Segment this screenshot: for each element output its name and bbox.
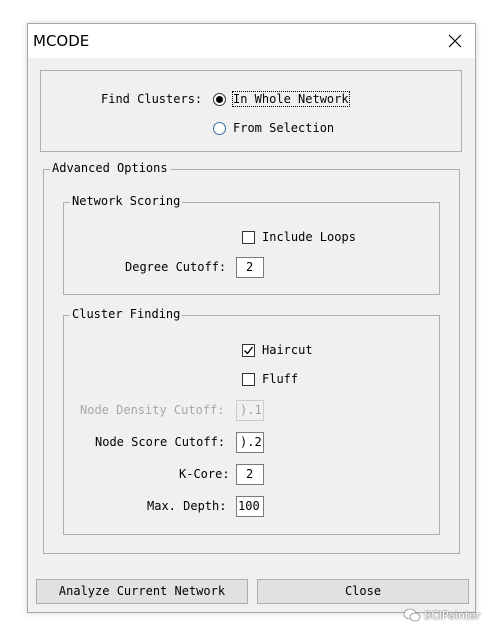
node-score-cutoff-label: Node Score Cutoff:	[95, 435, 226, 449]
fluff-checkbox[interactable]	[242, 373, 255, 386]
include-loops-label: Include Loops	[262, 230, 356, 244]
max-depth-label: Max. Depth:	[147, 499, 227, 513]
window-title: MCODE	[33, 32, 90, 50]
fluff-label: Fluff	[262, 372, 299, 386]
haircut-checkbox[interactable]	[242, 344, 255, 357]
include-loops-checkbox[interactable]	[242, 231, 255, 244]
node-score-cutoff-field[interactable]: ).2	[236, 432, 264, 453]
find-clusters-label: Find Clusters:	[101, 92, 203, 106]
node-density-cutoff-field: ).1	[236, 400, 264, 421]
title-bar: MCODE	[28, 24, 475, 58]
analyze-current-network-button[interactable]: Analyze Current Network	[36, 579, 248, 604]
advanced-options-group: Advanced Options Network Scoring Include…	[43, 161, 460, 554]
node-density-cutoff-label: Node Density Cutoff:	[80, 403, 225, 417]
mcode-dialog: MCODE Find Clusters: In Whole Network Fr…	[27, 23, 476, 613]
radio-whole-network-label[interactable]: In Whole Network	[232, 91, 350, 107]
cluster-finding-legend: Cluster Finding	[70, 307, 183, 321]
max-depth-field[interactable]: 100	[236, 496, 264, 517]
close-button[interactable]: Close	[257, 579, 469, 604]
haircut-label: Haircut	[262, 343, 313, 357]
radio-whole-network[interactable]	[213, 93, 226, 106]
watermark-text: SCIPainter	[424, 608, 481, 622]
network-scoring-legend: Network Scoring	[70, 194, 183, 208]
close-icon[interactable]	[441, 27, 469, 55]
kcore-field[interactable]: 2	[236, 464, 264, 485]
kcore-label: K-Core:	[179, 467, 230, 481]
check-icon	[244, 346, 254, 355]
watermark: SCIPainter	[403, 608, 480, 622]
radio-from-selection-label[interactable]: From Selection	[233, 121, 334, 135]
cluster-finding-group: Cluster Finding Haircut Fluff Node Densi…	[63, 307, 440, 535]
degree-cutoff-label: Degree Cutoff:	[125, 260, 227, 274]
advanced-options-legend: Advanced Options	[50, 161, 170, 175]
radio-from-selection[interactable]	[213, 122, 226, 135]
degree-cutoff-field[interactable]: 2	[236, 257, 264, 278]
network-scoring-group: Network Scoring Include Loops Degree Cut…	[63, 194, 440, 295]
find-clusters-panel: Find Clusters: In Whole Network From Sel…	[40, 70, 462, 152]
wechat-icon	[403, 608, 421, 622]
